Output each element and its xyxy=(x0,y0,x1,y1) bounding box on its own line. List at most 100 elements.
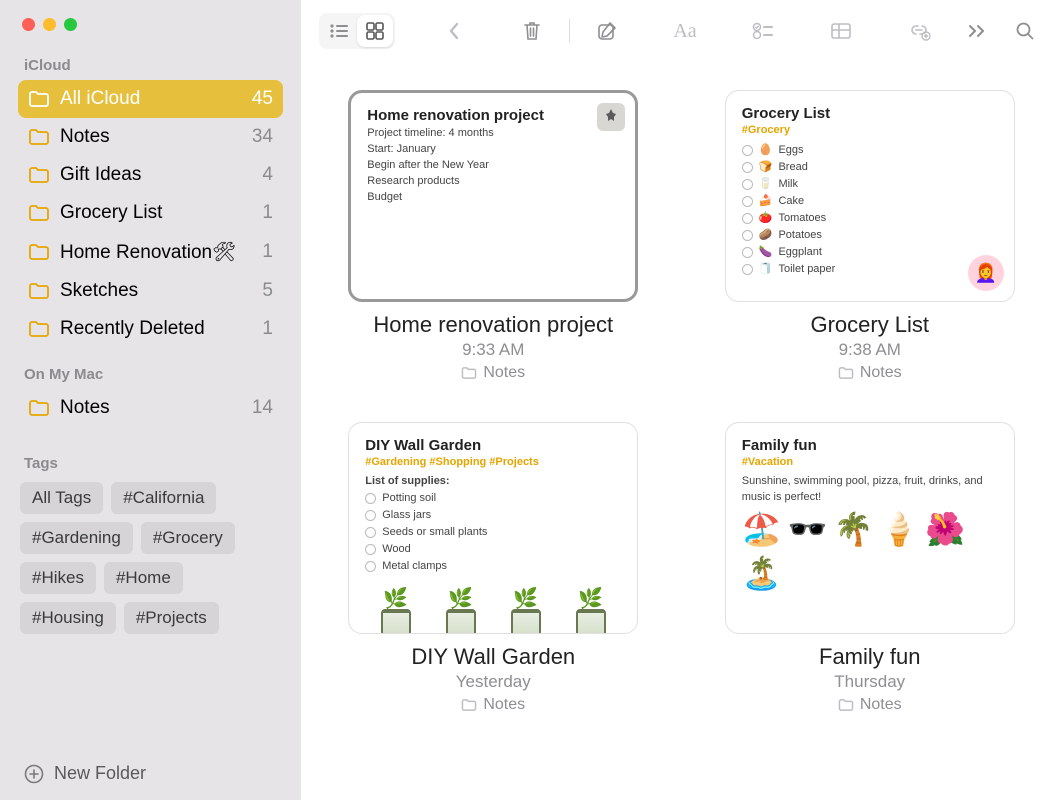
new-folder-button[interactable]: New Folder xyxy=(18,747,283,800)
trash-icon xyxy=(522,20,542,42)
checklist-text: Eggplant xyxy=(778,244,821,261)
folder-name: Home Renovation🛠 xyxy=(60,240,252,264)
tag-pill[interactable]: #California xyxy=(111,482,216,514)
checklist-item: Metal clamps xyxy=(365,558,621,575)
zoom-window-button[interactable] xyxy=(64,18,77,31)
checklist-button[interactable] xyxy=(744,13,782,49)
sticker-icon: 🌴 xyxy=(833,510,873,548)
tag-pill[interactable]: #Gardening xyxy=(20,522,133,554)
sidebar-folder[interactable]: Gift Ideas4 xyxy=(18,156,283,194)
checklist-text: Toilet paper xyxy=(778,261,835,278)
folder-icon xyxy=(461,698,477,712)
search-button[interactable] xyxy=(1006,13,1044,49)
chevron-double-right-icon xyxy=(967,23,987,39)
notes-gallery: Home renovation projectProject timeline:… xyxy=(301,62,1062,800)
note-meta-folder-label: Notes xyxy=(483,364,525,382)
link-plus-icon xyxy=(907,21,931,41)
sidebar-folder[interactable]: Notes34 xyxy=(18,118,283,156)
tag-pill[interactable]: #Hikes xyxy=(20,562,96,594)
note-meta-folder-label: Notes xyxy=(483,696,525,714)
compose-button[interactable] xyxy=(588,13,626,49)
note-meta-title: Family fun xyxy=(819,644,920,670)
note-meta: Family funThursdayNotes xyxy=(819,644,920,714)
compose-icon xyxy=(596,20,618,42)
sidebar-folder[interactable]: Notes14 xyxy=(18,389,283,427)
checklist-text: Wood xyxy=(382,541,411,558)
toolbar: Aa xyxy=(301,0,1062,62)
main-content: Aa Home renovation projectProject timeli… xyxy=(301,0,1062,800)
list-view-button[interactable] xyxy=(321,15,357,47)
checklist-text: Bread xyxy=(778,159,807,176)
view-toggle xyxy=(319,13,395,49)
back-button[interactable] xyxy=(435,13,473,49)
sidebar-folder[interactable]: Sketches5 xyxy=(18,272,283,310)
folder-count: 1 xyxy=(262,241,273,263)
note-meta-folder-label: Notes xyxy=(860,696,902,714)
checklist-emoji: 🍆 xyxy=(759,244,773,261)
checklist-text: Cake xyxy=(778,193,804,210)
more-button[interactable] xyxy=(958,13,996,49)
search-icon xyxy=(1015,21,1035,41)
sidebar-folder[interactable]: Grocery List1 xyxy=(18,194,283,232)
sidebar-folder[interactable]: Home Renovation🛠 1 xyxy=(18,232,283,272)
folder-count: 34 xyxy=(252,126,273,148)
note-body-line: Sunshine, swimming pool, pizza, fruit, d… xyxy=(742,474,998,506)
checklist-item: 🍞Bread xyxy=(742,159,998,176)
folder-icon xyxy=(28,320,50,338)
note-body-line: Research products xyxy=(367,174,619,190)
checklist-text: Potatoes xyxy=(778,227,821,244)
section-label: On My Mac xyxy=(18,366,283,389)
note-hashtags: #Vacation xyxy=(742,456,998,468)
sidebar-folder[interactable]: Recently Deleted1 xyxy=(18,310,283,348)
note-meta: DIY Wall GardenYesterday Notes xyxy=(411,644,575,714)
sticker-icon: 🏖️ xyxy=(742,510,782,548)
note-card[interactable]: Family fun#VacationSunshine, swimming po… xyxy=(725,422,1015,634)
note-checklist: Potting soilGlass jarsSeeds or small pla… xyxy=(365,490,621,575)
gallery-view-button[interactable] xyxy=(357,15,393,47)
note-card[interactable]: Grocery List#Grocery🥚Eggs🍞Bread🥛Milk🍰Cak… xyxy=(725,90,1015,302)
format-aa-icon: Aa xyxy=(673,20,696,43)
note-stickers: 🏖️🕶️🌴🍦🌺🏝️ xyxy=(742,506,998,592)
note-card[interactable]: DIY Wall Garden#Gardening #Shopping #Pro… xyxy=(348,422,638,634)
note-meta-title: DIY Wall Garden xyxy=(411,644,575,670)
tag-pill[interactable]: #Grocery xyxy=(141,522,235,554)
checklist-item: 🥚Eggs xyxy=(742,142,998,159)
note-card-wrap: Grocery List#Grocery🥚Eggs🍞Bread🥛Milk🍰Cak… xyxy=(714,90,1027,382)
note-hashtags: #Gardening #Shopping #Projects xyxy=(365,456,621,468)
delete-button[interactable] xyxy=(513,13,551,49)
tag-pill[interactable]: #Housing xyxy=(20,602,116,634)
note-meta: Home renovation project9:33 AMNotes xyxy=(373,312,613,382)
folder-count: 14 xyxy=(252,397,273,419)
note-meta: Grocery List9:38 AMNotes xyxy=(810,312,929,382)
close-window-button[interactable] xyxy=(22,18,35,31)
tags-section-label: Tags xyxy=(18,455,283,478)
folder-icon xyxy=(28,90,50,108)
sidebar-folder[interactable]: All iCloud45 xyxy=(18,80,283,118)
format-button[interactable]: Aa xyxy=(666,13,704,49)
tag-pill[interactable]: All Tags xyxy=(20,482,103,514)
note-card[interactable]: Home renovation projectProject timeline:… xyxy=(348,90,638,302)
checklist-emoji: 🥔 xyxy=(759,227,773,244)
checklist-emoji: 🧻 xyxy=(759,261,773,278)
folder-name: Recently Deleted xyxy=(60,318,252,340)
sidebar: iCloudAll iCloud45Notes34Gift Ideas4Groc… xyxy=(0,0,301,800)
minimize-window-button[interactable] xyxy=(43,18,56,31)
note-meta-folder-label: Notes xyxy=(860,364,902,382)
tag-pill[interactable]: #Home xyxy=(104,562,183,594)
pin-icon xyxy=(604,109,618,125)
folder-icon xyxy=(838,366,854,380)
note-meta-date: Yesterday xyxy=(411,672,575,692)
checklist-item: 🥛Milk xyxy=(742,176,998,193)
table-button[interactable] xyxy=(822,13,860,49)
tag-pill[interactable]: #Projects xyxy=(124,602,219,634)
note-title: Home renovation project xyxy=(367,107,619,124)
checklist-emoji: 🥚 xyxy=(759,142,773,159)
folder-icon xyxy=(461,366,477,380)
checklist-emoji: 🍰 xyxy=(759,193,773,210)
checklist-item: Wood xyxy=(365,541,621,558)
folder-icon xyxy=(28,166,50,184)
checklist-icon xyxy=(752,22,774,40)
note-hashtags: #Grocery xyxy=(742,124,998,136)
toolbar-divider xyxy=(569,19,570,43)
link-button[interactable] xyxy=(900,13,938,49)
